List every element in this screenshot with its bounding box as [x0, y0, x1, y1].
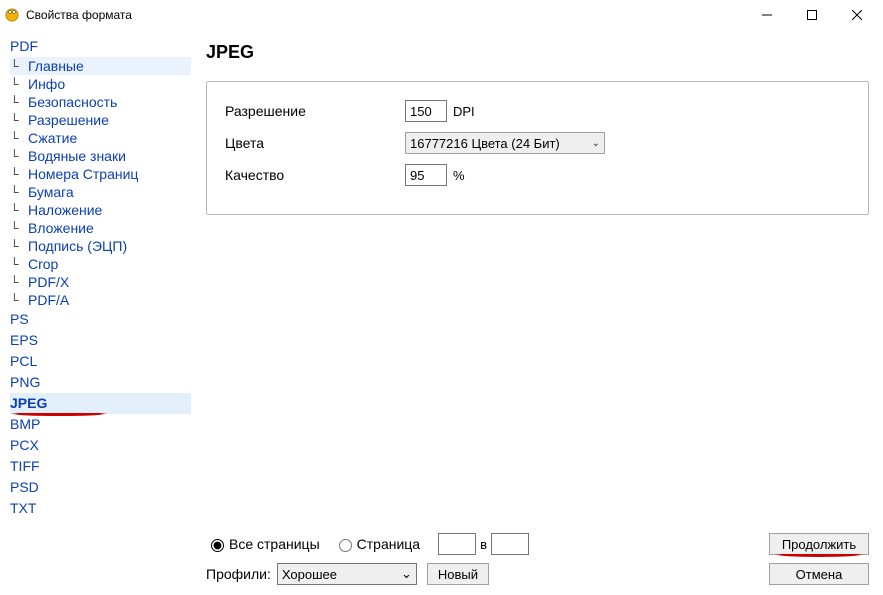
sidebar-subitem-security[interactable]: └Безопасность [10, 93, 191, 111]
minimize-icon [762, 10, 772, 20]
cancel-button[interactable]: Отмена [769, 563, 869, 585]
sidebar-subitem-overlay[interactable]: └Наложение [10, 201, 191, 219]
sidebar-item-eps[interactable]: EPS [10, 330, 191, 351]
page-title: JPEG [206, 42, 869, 63]
sidebar-item-pcl[interactable]: PCL [10, 351, 191, 372]
quality-label: Качество [225, 167, 405, 183]
tree-glyph-icon: └ [10, 149, 28, 163]
sidebar-subitem-compression[interactable]: └Сжатие [10, 129, 191, 147]
tree-glyph-icon: └ [10, 203, 28, 217]
sidebar-subitem-signature[interactable]: └Подпись (ЭЦП) [10, 237, 191, 255]
sidebar-subitem-pdfx[interactable]: └PDF/X [10, 273, 191, 291]
app-icon [4, 7, 20, 23]
page-in-label: в [480, 537, 487, 552]
sidebar-item-pcx[interactable]: PCX [10, 435, 191, 456]
quality-input[interactable] [405, 164, 447, 186]
profile-dropdown[interactable]: Хорошее ⌄ [277, 563, 417, 585]
sidebar-item-pdf[interactable]: PDF [10, 36, 191, 57]
sidebar-item-psd[interactable]: PSD [10, 477, 191, 498]
close-icon [852, 10, 862, 20]
tree-glyph-icon: └ [10, 113, 28, 127]
page-from-input[interactable] [438, 533, 476, 555]
profiles-label: Профили: [206, 566, 271, 582]
tree-glyph-icon: └ [10, 167, 28, 181]
tree-glyph-icon: └ [10, 95, 28, 109]
close-button[interactable] [834, 2, 879, 28]
continue-button[interactable]: Продолжить [769, 533, 869, 555]
tree-glyph-icon: └ [10, 185, 28, 199]
minimize-button[interactable] [744, 2, 789, 28]
sidebar-item-tiff[interactable]: TIFF [10, 456, 191, 477]
sidebar-subitem-crop[interactable]: └Crop [10, 255, 191, 273]
maximize-button[interactable] [789, 2, 834, 28]
resolution-label: Разрешение [225, 103, 405, 119]
sidebar-subitem-watermarks[interactable]: └Водяные знаки [10, 147, 191, 165]
sidebar-item-ps[interactable]: PS [10, 309, 191, 330]
tree-glyph-icon: └ [10, 131, 28, 145]
sidebar: PDF └Главные └Инфо └Безопасность └Разреш… [0, 30, 192, 595]
resolution-unit: DPI [453, 104, 475, 119]
page-to-input[interactable] [491, 533, 529, 555]
tree-glyph-icon: └ [10, 293, 28, 307]
sidebar-item-jpeg[interactable]: JPEG [10, 393, 191, 414]
sidebar-subitem-pdfa[interactable]: └PDF/A [10, 291, 191, 309]
resolution-input[interactable] [405, 100, 447, 122]
colors-dropdown[interactable]: 16777216 Цвета (24 Бит) ⌄ [405, 132, 605, 154]
sidebar-subitem-resolution[interactable]: └Разрешение [10, 111, 191, 129]
maximize-icon [807, 10, 817, 20]
tree-glyph-icon: └ [10, 77, 28, 91]
quality-unit: % [453, 168, 465, 183]
tree-glyph-icon: └ [10, 239, 28, 253]
annotation-underline [774, 554, 864, 557]
chevron-down-icon: ⌄ [401, 566, 412, 582]
sidebar-subitem-pagenumbers[interactable]: └Номера Страниц [10, 165, 191, 183]
window-title: Свойства формата [26, 8, 744, 22]
tree-glyph-icon: └ [10, 257, 28, 271]
sidebar-subitem-paper[interactable]: └Бумага [10, 183, 191, 201]
sidebar-item-txt[interactable]: TXT [10, 498, 191, 519]
tree-glyph-icon: └ [10, 275, 28, 289]
footer: Все страницы Страница в Продолжить [206, 525, 869, 585]
colors-label: Цвета [225, 135, 405, 151]
sidebar-item-bmp[interactable]: BMP [10, 414, 191, 435]
new-profile-button[interactable]: Новый [427, 563, 489, 585]
sidebar-subitem-attachment[interactable]: └Вложение [10, 219, 191, 237]
radio-all-pages[interactable]: Все страницы [206, 536, 320, 552]
tree-glyph-icon: └ [10, 59, 28, 73]
sidebar-subitem-info[interactable]: └Инфо [10, 75, 191, 93]
sidebar-subitem-main[interactable]: └Главные [10, 57, 191, 75]
titlebar: Свойства формата [0, 0, 883, 30]
radio-page-range[interactable]: Страница [334, 536, 420, 552]
sidebar-item-png[interactable]: PNG [10, 372, 191, 393]
settings-panel: Разрешение DPI Цвета 16777216 Цвета (24 … [206, 81, 869, 215]
tree-glyph-icon: └ [10, 221, 28, 235]
chevron-down-icon: ⌄ [592, 138, 600, 149]
